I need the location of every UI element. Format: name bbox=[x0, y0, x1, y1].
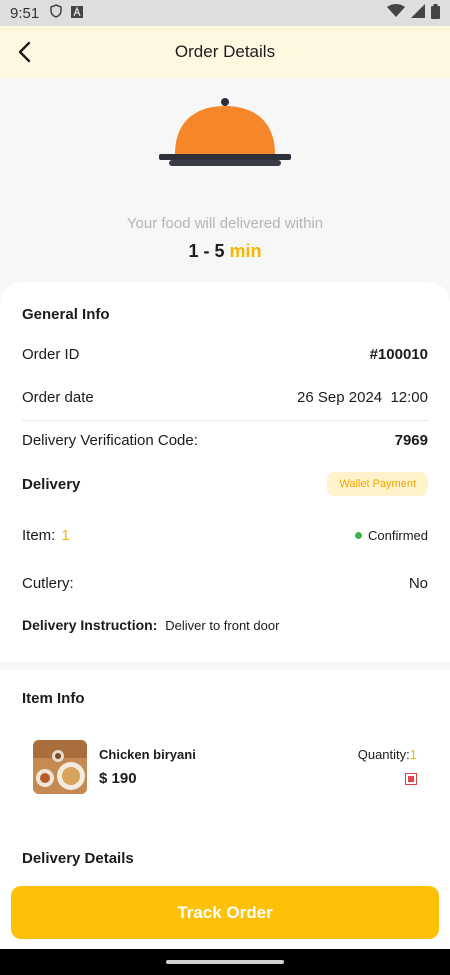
instruction-label: Delivery Instruction: bbox=[22, 617, 158, 633]
eta-unit: min bbox=[229, 241, 262, 261]
verification-code: 7969 bbox=[394, 432, 428, 449]
delivery-eta: 1 - 5 min bbox=[0, 241, 450, 262]
cutlery-row: Cutlery: No bbox=[22, 575, 428, 592]
food-image bbox=[33, 740, 87, 794]
payment-method-badge: Wallet Payment bbox=[327, 472, 428, 496]
quantity-label: Quantity: bbox=[357, 747, 410, 762]
delivery-row: Delivery Wallet Payment bbox=[22, 472, 428, 496]
delivery-details-title: Delivery Details bbox=[22, 850, 134, 867]
item-price: $ 190 bbox=[99, 770, 137, 787]
order-date-label: Order date bbox=[22, 389, 94, 406]
item-count: 1 bbox=[61, 527, 70, 544]
app-bar: Order Details bbox=[0, 26, 450, 78]
track-order-button[interactable]: Track Order bbox=[11, 886, 439, 939]
order-id-value: #100010 bbox=[369, 346, 428, 363]
battery-icon bbox=[431, 3, 440, 23]
divider bbox=[22, 420, 428, 421]
quantity-value: 1 bbox=[409, 747, 417, 762]
order-id-row: Order ID #100010 bbox=[22, 346, 428, 363]
order-date-row: Order date 26 Sep 2024 12:00 bbox=[22, 389, 428, 406]
order-date-value: 26 Sep 2024 12:00 bbox=[297, 389, 428, 406]
status-bar: 9:51 bbox=[0, 0, 450, 26]
back-arrow-icon[interactable] bbox=[14, 40, 38, 64]
status-text: Confirmed bbox=[368, 528, 428, 543]
system-nav-bar bbox=[0, 949, 450, 975]
shield-icon bbox=[49, 4, 63, 22]
cutlery-label: Cutlery: bbox=[22, 575, 74, 592]
page-title: Order Details bbox=[174, 42, 276, 61]
cutlery-value: No bbox=[408, 575, 428, 592]
item-count-label: Item: 1 bbox=[22, 527, 70, 544]
item-quantity: Quantity:1 bbox=[358, 747, 417, 762]
food-cloche-icon bbox=[155, 98, 295, 175]
item-info-title: Item Info bbox=[22, 690, 85, 707]
delivery-hero: Your food will delivered within 1 - 5 mi… bbox=[0, 78, 450, 282]
status-dot-icon bbox=[355, 532, 363, 539]
verification-row: Delivery Verification Code: 7969 bbox=[22, 432, 428, 449]
eta-range: 1 - 5 bbox=[188, 241, 225, 261]
app-notification-icon bbox=[71, 5, 84, 22]
non-veg-icon bbox=[405, 773, 417, 785]
order-id-label: Order ID bbox=[22, 346, 80, 363]
delivery-label: Delivery bbox=[22, 475, 81, 493]
home-gesture-handle[interactable] bbox=[166, 960, 284, 964]
status-time: 9:51 bbox=[10, 4, 40, 22]
general-info-card: General Info Order ID #100010 Order date… bbox=[0, 282, 450, 662]
wifi-icon bbox=[387, 4, 405, 22]
item-name: Chicken biryani bbox=[99, 747, 196, 762]
instruction-value: Deliver to front door bbox=[165, 618, 280, 633]
delivery-eta-text: Your food will delivered within bbox=[126, 215, 324, 232]
item-status-row: Item: 1 Confirmed bbox=[22, 527, 428, 544]
item-label: Item: bbox=[22, 527, 56, 544]
status-badge: Confirmed bbox=[355, 528, 428, 543]
verification-label: Delivery Verification Code: bbox=[22, 432, 198, 449]
delivery-instruction: Delivery Instruction: Deliver to front d… bbox=[22, 617, 279, 633]
signal-icon bbox=[411, 4, 425, 22]
general-info-title: General Info bbox=[22, 306, 110, 323]
